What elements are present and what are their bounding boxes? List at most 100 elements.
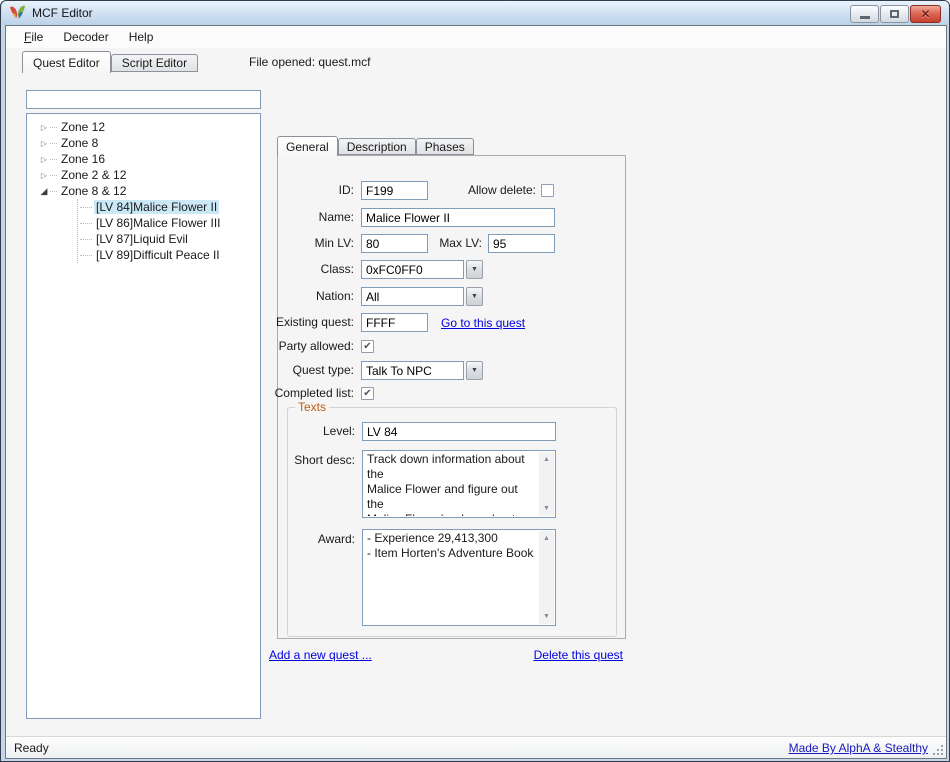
short-desc-text: Track down information about the Malice … (367, 452, 537, 516)
chevron-expanded-icon[interactable]: ◢ (39, 186, 49, 197)
tab-general[interactable]: General (277, 136, 338, 156)
max-lv-field[interactable] (488, 234, 555, 253)
chevron-right-icon[interactable]: ▷ (39, 171, 49, 180)
name-label: Name: (278, 208, 354, 227)
quest-type-label: Quest type: (278, 361, 354, 380)
tree-node-zone-2-12[interactable]: ▷ Zone 2 & 12 (27, 167, 260, 183)
award-scrollbar[interactable]: ▲ ▼ (539, 531, 554, 624)
completed-list-checkbox[interactable]: ✔ (361, 387, 374, 400)
file-opened-label: File opened: quest.mcf (249, 55, 370, 69)
menu-file[interactable]: File (14, 27, 53, 47)
short-desc-label: Short desc: (288, 451, 355, 470)
maximize-button[interactable] (880, 5, 909, 23)
app-icon (9, 5, 26, 21)
class-combo-field[interactable] (361, 260, 464, 279)
party-allowed-checkbox[interactable]: ✔ (361, 340, 374, 353)
class-dropdown-button[interactable]: ▼ (466, 260, 483, 279)
existing-quest-field[interactable] (361, 313, 428, 332)
check-icon: ✔ (363, 389, 371, 399)
titlebar[interactable]: MCF Editor ✕ (2, 1, 950, 25)
minimize-icon (860, 16, 870, 19)
tree-node-label-selected: [LV 84]Malice Flower II (94, 200, 219, 214)
tree-node-zone-16[interactable]: ▷ Zone 16 (27, 151, 260, 167)
close-button[interactable]: ✕ (910, 5, 941, 23)
tree-node-lv86-malice-flower-iii[interactable]: [LV 86]Malice Flower III (78, 215, 260, 231)
quest-tree: ▷ Zone 12 ▷ Zone 8 ▷ Zone 16 ▷ Z (26, 113, 261, 719)
scroll-up-icon[interactable]: ▲ (539, 531, 554, 546)
quest-type-combo-field[interactable] (361, 361, 464, 380)
client-area: File Decoder Help Quest Editor Script Ed… (5, 25, 947, 759)
tree-node-label: Zone 16 (59, 152, 107, 166)
award-label: Award: (288, 530, 355, 549)
tab-phases[interactable]: Phases (416, 138, 474, 155)
tree-search-input[interactable] (26, 90, 261, 109)
maximize-icon (890, 10, 899, 18)
nation-combo-field[interactable] (361, 287, 464, 306)
general-form-panel: ID: Allow delete: Name: Min LV: Max LV: … (277, 155, 626, 639)
tree-node-label: Zone 2 & 12 (59, 168, 128, 182)
chevron-right-icon[interactable]: ▷ (39, 123, 49, 132)
nation-dropdown-button[interactable]: ▼ (466, 287, 483, 306)
existing-quest-label: Existing quest: (274, 313, 354, 332)
chevron-right-icon[interactable]: ▷ (39, 155, 49, 164)
scroll-down-icon[interactable]: ▼ (539, 501, 554, 516)
award-text: - Experience 29,413,300 - Item Horten's … (367, 531, 537, 624)
window-title: MCF Editor (32, 6, 93, 20)
statusbar: Ready Made By AlphA & Stealthy (6, 736, 946, 758)
short-desc-textarea[interactable]: Track down information about the Malice … (362, 450, 556, 518)
tree-node-label: Zone 12 (59, 120, 107, 134)
min-lv-label: Min LV: (278, 234, 354, 253)
close-icon: ✕ (920, 8, 930, 20)
short-desc-scrollbar[interactable]: ▲ ▼ (539, 452, 554, 516)
chevron-down-icon: ▼ (471, 293, 478, 300)
editor-tabstrip: General Description Phases (277, 136, 474, 156)
add-quest-link[interactable]: Add a new quest ... (269, 648, 372, 662)
tree-node-label: [LV 89]Difficult Peace II (94, 248, 222, 262)
allow-delete-checkbox[interactable] (541, 184, 554, 197)
tree-node-label: [LV 86]Malice Flower III (94, 216, 223, 230)
id-field[interactable] (361, 181, 428, 200)
main-tabstrip: Quest Editor Script Editor (22, 51, 198, 73)
quest-editor-page: ▷ Zone 12 ▷ Zone 8 ▷ Zone 16 ▷ Z (6, 72, 946, 738)
app-window: MCF Editor ✕ File Decoder Help Quest Edi… (0, 0, 950, 762)
texts-groupbox: Texts Level: Short desc: Track down info… (287, 407, 617, 637)
menubar: File Decoder Help (6, 26, 946, 48)
resize-grip-icon[interactable] (932, 744, 944, 756)
credit-link[interactable]: Made By AlphA & Stealthy (789, 741, 928, 755)
tree-node-label: Zone 8 (59, 136, 100, 150)
menu-decoder[interactable]: Decoder (53, 27, 118, 47)
chevron-down-icon: ▼ (471, 367, 478, 374)
tree-node-lv89-difficult-peace-ii[interactable]: [LV 89]Difficult Peace II (78, 247, 260, 263)
tree-node-zone-8-12[interactable]: ◢ Zone 8 & 12 (27, 183, 260, 199)
party-allowed-label: Party allowed: (278, 337, 354, 356)
texts-groupbox-title: Texts (295, 400, 329, 414)
name-field[interactable] (361, 208, 555, 227)
scroll-down-icon[interactable]: ▼ (539, 609, 554, 624)
status-text: Ready (6, 741, 49, 755)
max-lv-label: Max LV: (398, 234, 482, 253)
check-icon: ✔ (363, 342, 371, 352)
tree-node-label: [LV 87]Liquid Evil (94, 232, 190, 246)
tree-node-lv87-liquid-evil[interactable]: [LV 87]Liquid Evil (78, 231, 260, 247)
allow-delete-label: Allow delete: (458, 181, 536, 200)
chevron-down-icon: ▼ (471, 266, 478, 273)
class-label: Class: (278, 260, 354, 279)
tree-node-lv84-malice-flower-ii[interactable]: [LV 84]Malice Flower II (78, 199, 260, 215)
delete-quest-link[interactable]: Delete this quest (461, 648, 623, 662)
go-to-quest-link[interactable]: Go to this quest (441, 316, 525, 330)
id-label: ID: (278, 181, 354, 200)
scroll-up-icon[interactable]: ▲ (539, 452, 554, 467)
minimize-button[interactable] (850, 5, 879, 23)
tab-description[interactable]: Description (338, 138, 416, 155)
level-field[interactable] (362, 422, 556, 441)
tree-node-zone-8[interactable]: ▷ Zone 8 (27, 135, 260, 151)
level-label: Level: (288, 422, 355, 441)
tab-quest-editor[interactable]: Quest Editor (22, 51, 111, 73)
menu-help[interactable]: Help (119, 27, 164, 47)
quest-type-dropdown-button[interactable]: ▼ (466, 361, 483, 380)
tab-script-editor[interactable]: Script Editor (111, 54, 198, 72)
tree-node-zone-12[interactable]: ▷ Zone 12 (27, 119, 260, 135)
chevron-right-icon[interactable]: ▷ (39, 139, 49, 148)
tree-node-label: Zone 8 & 12 (59, 184, 128, 198)
award-textarea[interactable]: - Experience 29,413,300 - Item Horten's … (362, 529, 556, 626)
